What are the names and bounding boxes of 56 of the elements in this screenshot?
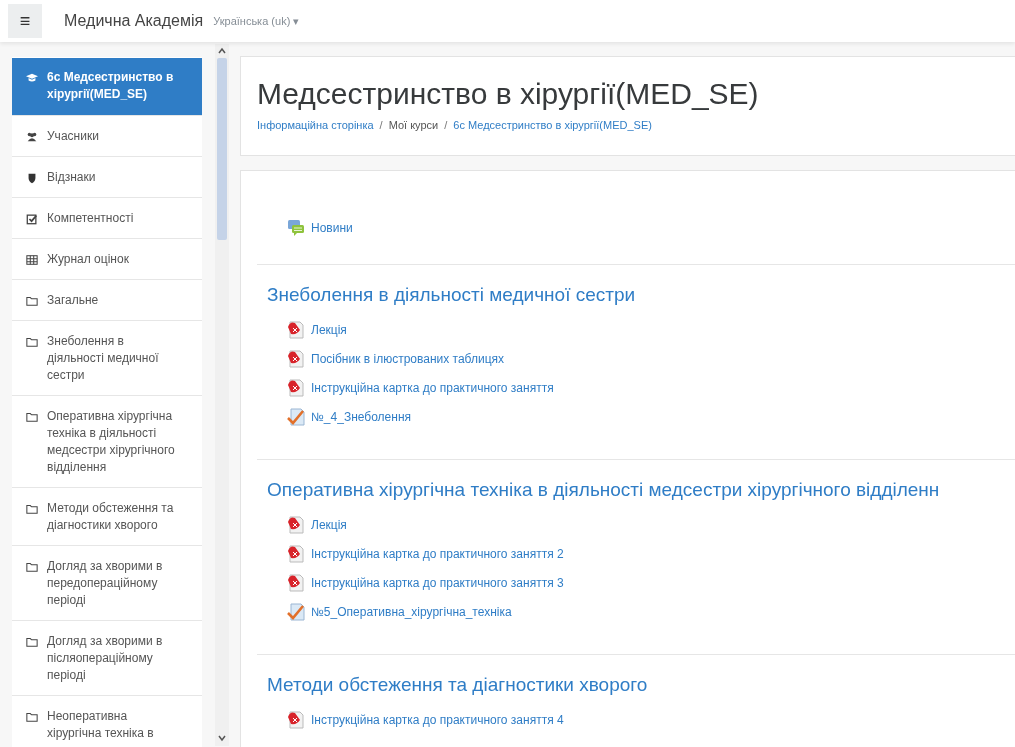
folder-icon <box>26 636 38 648</box>
activity-link[interactable]: №_4_Знеболення <box>311 409 412 424</box>
sidebar-item[interactable]: Догляд за хворими в післяопераційному періоді <box>12 621 202 696</box>
breadcrumb-link[interactable]: 6с Медсестринство в хірургії(MED_SE) <box>453 119 652 131</box>
folder-icon <box>26 336 38 348</box>
activity-link[interactable]: Лекція <box>311 322 347 337</box>
pdf-file-icon <box>287 378 305 397</box>
pdf-file-icon <box>287 710 305 729</box>
checkbox-icon <box>26 213 38 225</box>
shield-icon <box>26 172 38 184</box>
page-title: Медсестринство в хірургії(MED_SE) <box>257 76 760 112</box>
activity-link[interactable]: Інструкційна картка до практичного заняття 4 <box>311 712 564 727</box>
menu-button[interactable]: ≡ <box>8 4 42 38</box>
breadcrumb-separator: / <box>444 119 448 131</box>
site-name[interactable]: Медична Академія <box>64 12 204 30</box>
sidebar-item[interactable]: Методи обстеження та діагностики хворого <box>12 488 202 546</box>
sidebar-item[interactable]: Знеболення в діяльності медичної сестри <box>12 321 202 396</box>
activity-link[interactable]: №5_Оперативна_хірургічна_техніка <box>311 604 512 619</box>
folder-icon <box>26 711 38 723</box>
folder-icon <box>26 295 38 307</box>
breadcrumb-item: Мої курси <box>388 119 439 131</box>
sidebar-item[interactable]: Учасники <box>12 116 202 157</box>
section-title[interactable]: Методи обстеження та діагностики хворого <box>267 671 1015 699</box>
section-title[interactable]: Оперативна хірургічна техніка в діяльності медсестри хірургічного відділенн <box>267 476 1015 504</box>
activity-link[interactable]: Інструкційна картка до практичного заняття 3 <box>311 575 564 590</box>
activity-link[interactable]: Інструкційна картка до практичного заняття <box>311 380 554 395</box>
pdf-file-icon <box>287 349 305 368</box>
activity-link[interactable]: Інструкційна картка до практичного заняття 2 <box>311 546 564 561</box>
folder-icon <box>26 503 38 515</box>
breadcrumb-separator: / <box>379 119 383 131</box>
section-title[interactable]: Знеболення в діяльності медичної сестри <box>267 281 1015 309</box>
sidebar-item[interactable]: Догляд за хворими в передопераційному періоді <box>12 546 202 621</box>
pdf-file-icon <box>287 544 305 563</box>
scrollbar[interactable] <box>215 44 229 746</box>
pdf-file-icon <box>287 320 305 339</box>
sidebar-item[interactable]: Загальне <box>12 280 202 321</box>
activity-link[interactable]: Лекція <box>311 517 347 532</box>
checked-document-icon <box>287 602 305 621</box>
checked-document-icon <box>287 407 305 426</box>
pdf-file-icon <box>287 515 305 534</box>
breadcrumb-link[interactable]: Інформаційна сторінка <box>257 119 374 131</box>
sidebar-item[interactable]: Неоперативна хірургічна техніка в <box>12 696 202 747</box>
activity-link[interactable]: Посібник в ілюстрованих таблицях <box>311 351 504 366</box>
activity-link[interactable]: Новини <box>311 220 353 235</box>
folder-icon <box>26 561 38 573</box>
sidebar-item[interactable]: 6с Медсестринство в хірургії(MED_SE) <box>12 57 202 116</box>
folder-icon <box>26 411 38 423</box>
pdf-file-icon <box>287 573 305 592</box>
sidebar-item[interactable]: Відзнаки <box>12 157 202 198</box>
graduation-cap-icon <box>26 72 38 84</box>
sidebar-item[interactable]: Компетентності <box>12 198 202 239</box>
table-icon <box>26 254 38 266</box>
chat-bubbles-icon <box>287 218 305 237</box>
sidebar-item[interactable]: Оперативна хірургічна техніка в діяльності медсестри хірургічного відділення <box>12 396 202 488</box>
language-selector[interactable]: Українська (uk) ▾ <box>213 14 300 28</box>
sidebar-item[interactable]: Журнал оцінок <box>12 239 202 280</box>
